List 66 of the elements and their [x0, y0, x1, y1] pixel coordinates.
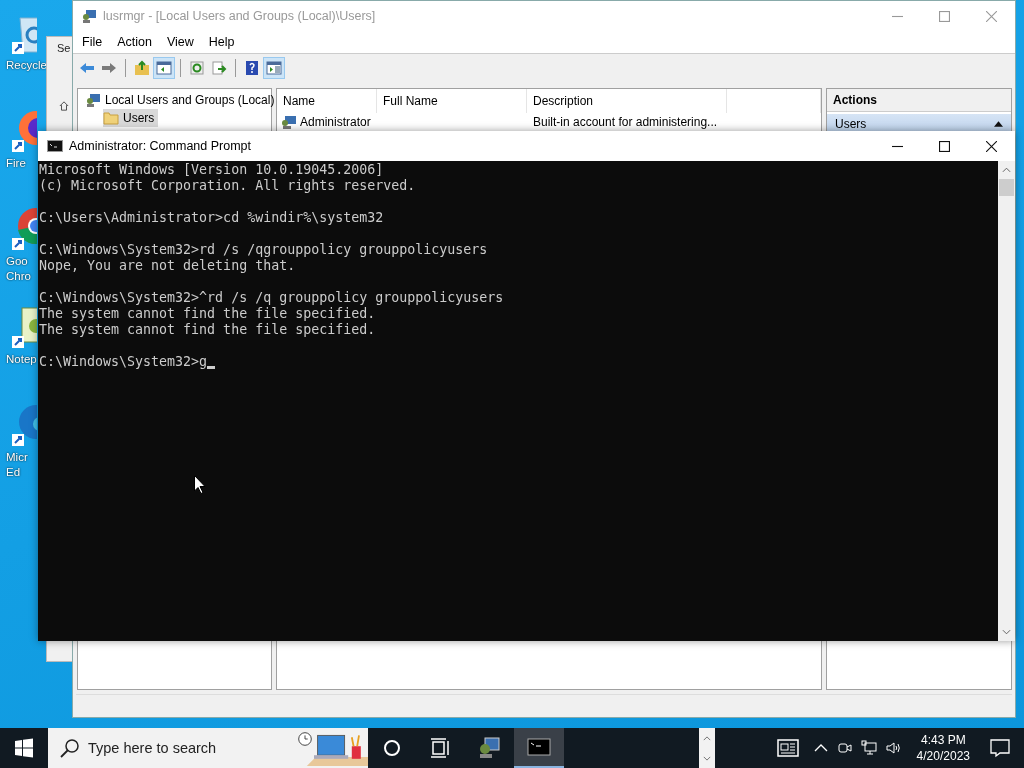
arrow-left-icon [79, 60, 95, 76]
column-header[interactable]: Full Name [377, 89, 527, 113]
search-illustration-drawing [296, 729, 368, 767]
console-icon [47, 138, 63, 154]
home-icon[interactable] [59, 101, 69, 111]
console-line: C:\Windows\System32>rd /s /qgrouppolicy grouppolicyusers [39, 242, 488, 258]
folder-icon [103, 110, 119, 126]
search-icon [60, 738, 80, 758]
menu-item[interactable]: Action [110, 35, 160, 49]
console-line: C:\Windows\System32>g [39, 354, 208, 370]
window-title: Administrator: Command Prompt [69, 139, 251, 153]
menu-item[interactable]: View [159, 35, 202, 49]
search-field[interactable]: Type here to search [86, 739, 290, 757]
console-line: The system cannot find the file specified. [39, 322, 376, 338]
window-title: Se [57, 42, 71, 54]
camera-icon[interactable] [836, 740, 853, 756]
console-icon [527, 735, 551, 759]
console-line: (c) Microsoft Corporation. All rights reserved. [39, 178, 416, 194]
toolbar-button[interactable] [153, 57, 175, 79]
taskbar-app-button[interactable] [514, 728, 564, 768]
section-header[interactable]: Users [827, 114, 1011, 134]
scrollbar[interactable] [998, 161, 1015, 641]
export-icon [211, 60, 227, 76]
console-line: C:\Windows\System32>^rd /s /q grouppolicy grouppolicyusers [39, 290, 504, 306]
scroll-up-icon[interactable] [1002, 167, 1011, 173]
console-line: The system cannot find the file specified. [39, 306, 376, 322]
tree-item[interactable]: Local Users and Groups (Local) [105, 93, 275, 107]
maximize-button[interactable] [939, 140, 950, 152]
console-line: Microsoft Windows [Version 10.0.19045.2006] [39, 162, 384, 178]
text-cursor [207, 366, 216, 369]
notifications-icon[interactable] [990, 738, 1010, 758]
window-title: lusrmgr - [Local Users and Groups (Local)\Users] [103, 9, 376, 23]
toolbar-button[interactable] [263, 57, 285, 79]
help-icon [244, 60, 260, 76]
pane-header: Actions [827, 89, 1011, 112]
users-computer-icon [85, 92, 101, 108]
console-line: Nope, You are not deleting that. [39, 258, 296, 274]
folder-up-icon [134, 60, 150, 76]
tree-item[interactable]: Users [103, 109, 159, 127]
close-button[interactable] [986, 140, 997, 152]
menu-item[interactable]: File [75, 35, 111, 49]
mouse-pointer-icon [194, 475, 206, 494]
clock-time[interactable]: 4:43 PM [920, 732, 966, 748]
column-header[interactable]: Description [527, 89, 727, 113]
console-line: C:\Users\Administrator>cd %windir%\system32 [39, 210, 384, 226]
table-cell-text: Built-in account for administering... [532, 115, 719, 129]
scrollbar-thumb[interactable] [999, 179, 1014, 196]
refresh-icon [189, 60, 205, 76]
table-cell[interactable]: Administrator [300, 115, 371, 129]
users-computer-icon [477, 735, 501, 759]
search-box[interactable]: Type here to search [48, 728, 368, 768]
scroll-down-icon[interactable] [1002, 629, 1011, 635]
news-icon[interactable] [776, 739, 801, 757]
user-computer-icon [281, 114, 297, 130]
collapse-icon[interactable] [994, 121, 1003, 127]
network-icon[interactable] [860, 740, 877, 756]
arrow-right-icon [101, 60, 117, 76]
clock-date[interactable]: 4/20/2023 [916, 748, 970, 764]
menu-item[interactable]: Help [201, 35, 243, 49]
start-button[interactable] [14, 738, 34, 758]
column-header[interactable]: Name [277, 89, 377, 113]
volume-icon[interactable] [884, 740, 901, 756]
tree-pane-icon [156, 60, 172, 76]
section-title: Users [835, 117, 867, 131]
users-computer-icon [81, 8, 97, 24]
action-pane-icon [266, 60, 282, 76]
